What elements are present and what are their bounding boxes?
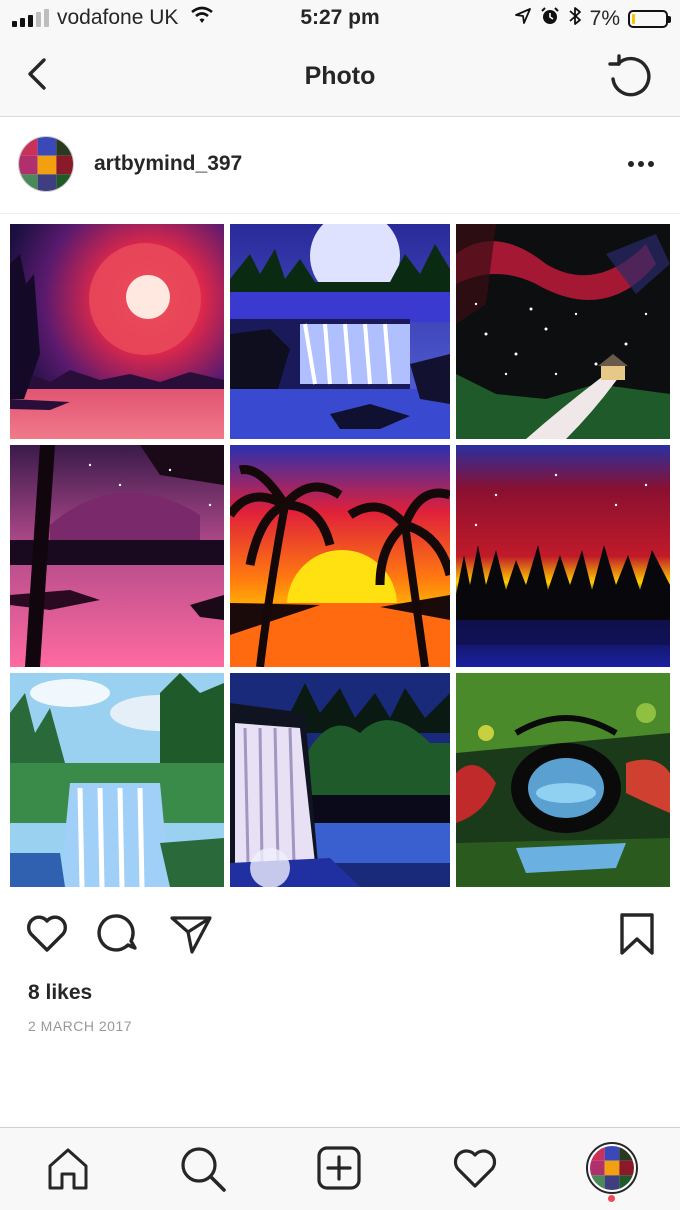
status-right-group: 7% <box>514 6 671 32</box>
post-header: artbymind_397 <box>0 117 680 214</box>
alarm-icon <box>540 6 560 32</box>
status-bar: vodafone UK 5:27 pm 7% <box>0 0 680 38</box>
refresh-icon <box>608 54 651 97</box>
painting-red-forest <box>456 445 670 667</box>
battery-percent: 7% <box>589 7 620 30</box>
painting-forest-waterfall <box>10 673 224 887</box>
painting-aurora-cabin <box>456 224 670 439</box>
bookmark-icon <box>620 913 654 955</box>
painting-pink-lake <box>10 445 224 667</box>
tab-search[interactable] <box>178 1144 228 1199</box>
post-photo[interactable] <box>0 214 680 894</box>
tab-home[interactable] <box>44 1144 92 1197</box>
location-icon <box>514 7 532 31</box>
add-post-icon <box>317 1146 361 1190</box>
post-actions <box>0 910 680 964</box>
profile-avatar <box>590 1146 634 1190</box>
search-icon <box>181 1147 226 1192</box>
bluetooth-icon <box>568 6 582 32</box>
painting-night-waterfall <box>230 673 450 887</box>
username[interactable]: artbymind_397 <box>94 152 242 176</box>
page-title: Photo <box>304 62 376 90</box>
likes-count[interactable]: 8 likes <box>28 981 92 1005</box>
more-horizontal-icon <box>628 161 634 167</box>
like-button[interactable] <box>24 910 70 961</box>
nav-bar: Photo <box>0 38 680 117</box>
tab-new-post[interactable] <box>315 1144 363 1197</box>
refresh-button[interactable] <box>606 54 654 105</box>
painting-waterfall-moon <box>230 224 450 439</box>
send-icon <box>170 916 212 954</box>
notification-dot <box>608 1195 615 1202</box>
battery-icon <box>628 10 671 28</box>
home-icon <box>48 1148 88 1190</box>
painting-palm-sunset <box>230 445 450 667</box>
tab-activity[interactable] <box>451 1144 499 1197</box>
tab-profile[interactable] <box>586 1142 638 1194</box>
heart-icon <box>453 1149 497 1188</box>
save-button[interactable] <box>616 910 658 961</box>
more-options-button[interactable] <box>628 161 654 167</box>
painting-red-moon <box>10 224 224 439</box>
comment-icon <box>97 914 137 952</box>
heart-icon <box>27 915 67 952</box>
avatar[interactable] <box>18 136 74 192</box>
share-button[interactable] <box>168 910 214 961</box>
painting-green-bridge <box>456 673 670 887</box>
tab-bar <box>0 1127 680 1210</box>
post-date: 2 MARCH 2017 <box>28 1018 133 1034</box>
comment-button[interactable] <box>97 910 143 961</box>
painting-grid <box>10 224 670 887</box>
